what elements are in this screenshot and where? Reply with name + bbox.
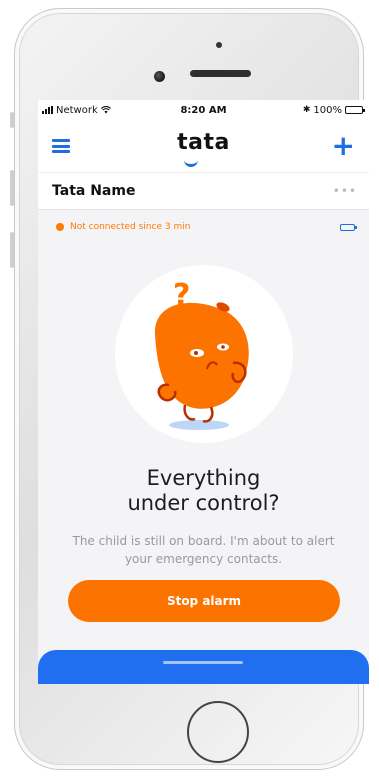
status-left: Network — [42, 105, 111, 116]
mascot-pupil-right — [221, 345, 225, 349]
mascot-shadow — [169, 420, 229, 430]
carrier-label: Network — [56, 104, 98, 116]
alert-heading: Everything under control? — [127, 466, 280, 515]
home-button[interactable] — [187, 701, 249, 763]
app-logo: tata — [177, 130, 230, 155]
bottom-sheet[interactable] — [38, 650, 369, 684]
device-header: Tata Name ••• — [38, 172, 369, 209]
top-nav-bar: tata + — [38, 120, 369, 172]
wifi-icon — [100, 106, 111, 114]
front-camera — [154, 71, 165, 82]
confused-mascot-illustration: ? — [115, 265, 293, 443]
device-battery-icon — [340, 223, 357, 231]
logo-smile-mark — [184, 158, 198, 167]
status-right: ✱ 100% — [302, 104, 365, 116]
volume-down-button — [10, 232, 14, 268]
status-bar: Network 8:20 AM ✱ 100% — [38, 100, 369, 120]
volume-up-button — [10, 170, 14, 206]
status-dot-icon — [56, 223, 64, 231]
stop-alarm-button[interactable]: Stop alarm — [68, 580, 340, 622]
earpiece-speaker — [190, 70, 251, 77]
connection-status-text: Not connected since 3 min — [70, 222, 191, 232]
sheet-drag-handle[interactable] — [163, 661, 243, 664]
connection-status: Not connected since 3 min — [56, 222, 190, 232]
more-options-icon[interactable]: ••• — [333, 184, 357, 198]
alert-body-text: The child is still on board. I'm about t… — [72, 534, 335, 566]
battery-percent: 100% — [313, 104, 342, 116]
device-name: Tata Name — [52, 183, 136, 199]
mascot-hand-right — [231, 361, 247, 384]
signal-icon — [42, 106, 53, 114]
battery-icon — [345, 106, 365, 114]
app-screen: Network 8:20 AM ✱ 100% tata + Tata Name … — [38, 100, 369, 684]
connection-status-row: Not connected since 3 min — [38, 209, 369, 244]
mute-switch — [10, 112, 14, 128]
bluetooth-icon: ✱ — [302, 105, 311, 115]
mascot-pupil-left — [194, 351, 198, 355]
sensor-dot — [216, 42, 222, 48]
